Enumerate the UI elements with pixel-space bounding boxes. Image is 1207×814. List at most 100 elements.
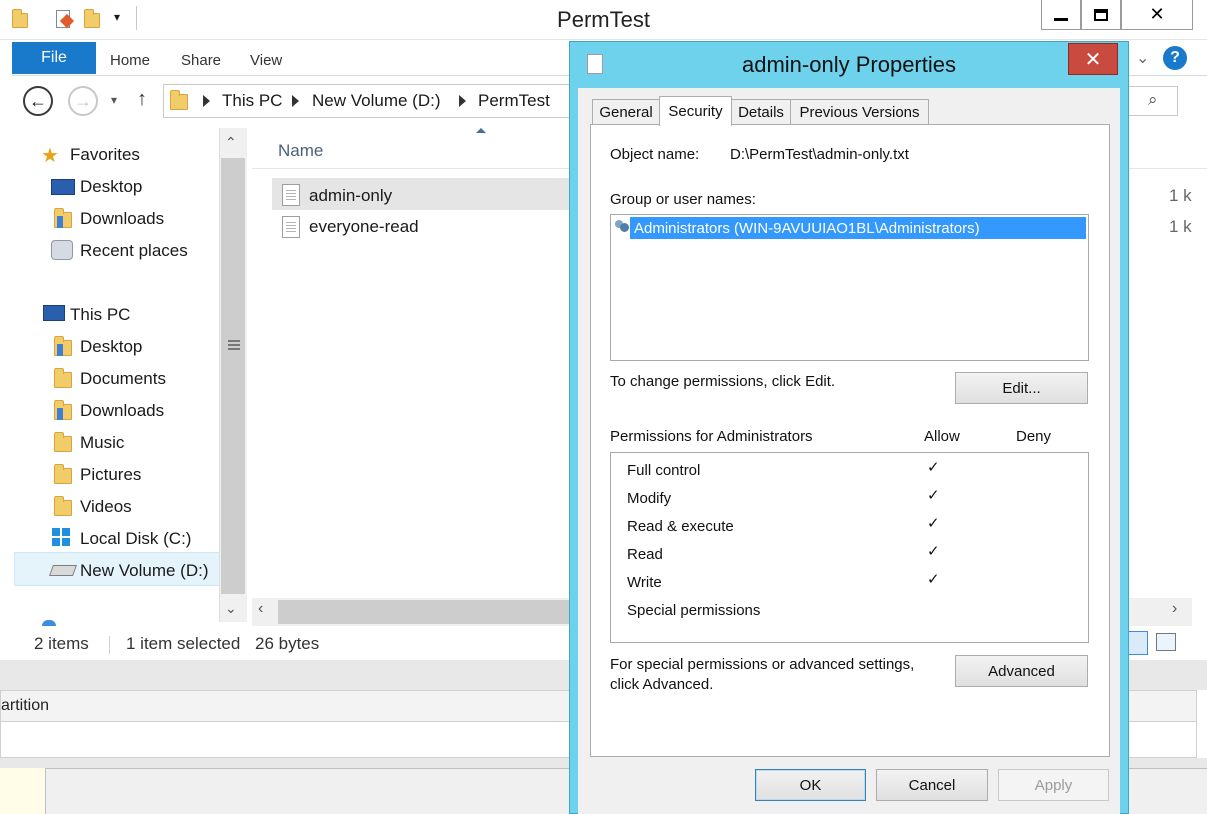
favorites-star-icon: ★ — [41, 145, 59, 167]
tab-file[interactable]: File — [12, 42, 96, 74]
background-column-label: artition — [1, 697, 50, 714]
text-file-icon — [282, 184, 300, 206]
permission-name: Special permissions — [627, 602, 761, 619]
hscrollbar-thumb[interactable] — [278, 600, 570, 624]
allow-check-icon: ✓ — [927, 543, 940, 560]
music-folder-icon — [54, 432, 72, 452]
change-permissions-text: To change permissions, click Edit. — [610, 373, 836, 390]
permission-name: Read — [627, 546, 663, 563]
network-icon — [42, 620, 56, 626]
breadcrumb-separator-icon[interactable] — [292, 95, 299, 107]
nav-this-pc-documents[interactable]: Documents — [80, 369, 166, 389]
large-icons-view-icon[interactable] — [1156, 633, 1176, 651]
breadcrumb-permtest[interactable]: PermTest — [478, 91, 550, 111]
window-title: PermTest — [557, 7, 650, 32]
file-size: 1 k — [1169, 186, 1192, 205]
forward-arrow-icon: → — [74, 90, 92, 111]
column-header-name[interactable]: Name — [278, 141, 323, 161]
folder-icon — [170, 90, 188, 110]
videos-folder-icon — [54, 496, 72, 516]
user-administrators[interactable]: Administrators (WIN-9AVUUIAO1BL\Administ… — [634, 220, 980, 237]
advanced-settings-text-2: click Advanced. — [610, 676, 714, 693]
status-item-count: 2 items — [34, 634, 89, 653]
ok-button[interactable]: OK — [755, 769, 866, 801]
background-bottom-swatch — [0, 768, 46, 814]
tab-home[interactable]: Home — [110, 52, 150, 69]
minimize-button[interactable] — [1041, 0, 1081, 30]
search-icon[interactable]: ⌕ — [1148, 90, 1158, 110]
sort-ascending-icon — [476, 128, 486, 133]
downloads-folder-icon — [54, 208, 72, 228]
permissions-label: Permissions for Administrators — [610, 428, 813, 445]
tab-previous-versions[interactable]: Previous Versions — [790, 99, 929, 125]
pictures-folder-icon — [54, 464, 72, 484]
maximize-button[interactable] — [1081, 0, 1121, 30]
allow-column-header: Allow — [924, 428, 960, 445]
object-name-value: D:\PermTest\admin-only.txt — [730, 146, 909, 163]
scroll-up-icon[interactable]: ⌃ — [225, 134, 237, 151]
permission-name: Read & execute — [627, 518, 734, 535]
cancel-button[interactable]: Cancel — [876, 769, 988, 801]
dialog-title: admin-only Properties — [742, 52, 956, 77]
nav-this-pc-new-volume[interactable]: New Volume (D:) — [80, 561, 208, 581]
edit-button[interactable]: Edit... — [955, 372, 1088, 404]
scroll-right-icon[interactable]: › — [1172, 600, 1177, 618]
file-name[interactable]: everyone-read — [309, 217, 419, 237]
users-group-icon — [614, 219, 630, 235]
breadcrumb-separator-icon[interactable] — [459, 95, 466, 107]
apply-button[interactable]: Apply — [998, 769, 1109, 801]
back-button[interactable]: ← — [23, 86, 53, 116]
object-name-label: Object name: — [610, 146, 700, 163]
scroll-left-icon[interactable]: ‹ — [258, 600, 263, 618]
recent-locations-dropdown-icon[interactable]: ▾ — [111, 93, 117, 107]
file-name[interactable]: admin-only — [309, 186, 392, 206]
documents-folder-icon — [54, 368, 72, 388]
status-divider — [109, 636, 110, 654]
breadcrumb-separator-icon[interactable] — [203, 95, 210, 107]
permission-name: Modify — [627, 490, 672, 507]
tab-details[interactable]: Details — [731, 99, 791, 125]
allow-check-icon: ✓ — [927, 459, 940, 476]
scroll-down-icon[interactable]: ⌄ — [225, 600, 237, 617]
minimize-icon — [1054, 18, 1068, 21]
advanced-button[interactable]: Advanced — [955, 655, 1088, 687]
tab-view[interactable]: View — [250, 52, 282, 69]
nav-this-pc-videos[interactable]: Videos — [80, 497, 132, 517]
nav-favorites[interactable]: Favorites — [70, 145, 140, 165]
ribbon-expand-icon[interactable]: ⌄ — [1136, 48, 1149, 68]
text-file-icon — [282, 216, 300, 238]
status-size: 26 bytes — [255, 634, 320, 653]
nav-favorites-recent-places[interactable]: Recent places — [80, 241, 188, 261]
nav-this-pc-local-disk[interactable]: Local Disk (C:) — [80, 529, 191, 549]
group-user-names-label: Group or user names: — [610, 191, 756, 208]
nav-this-pc-pictures[interactable]: Pictures — [80, 465, 141, 485]
tab-share[interactable]: Share — [181, 52, 221, 69]
allow-check-icon: ✓ — [927, 515, 940, 532]
advanced-settings-text: For special permissions or advanced sett… — [610, 656, 915, 673]
close-button[interactable]: ✕ — [1121, 0, 1193, 30]
details-view-icon[interactable] — [1128, 631, 1148, 655]
drive-icon — [48, 565, 78, 576]
help-icon[interactable]: ? — [1163, 46, 1187, 70]
deny-column-header: Deny — [1016, 428, 1052, 445]
nav-this-pc-downloads[interactable]: Downloads — [80, 401, 164, 421]
dialog-close-button[interactable]: ✕ — [1068, 43, 1118, 75]
tab-general[interactable]: General — [592, 99, 660, 125]
maximize-icon — [1094, 8, 1108, 21]
windows-drive-icon — [52, 528, 70, 546]
breadcrumb-new-volume[interactable]: New Volume (D:) — [312, 91, 440, 111]
nav-this-pc-desktop[interactable]: Desktop — [80, 337, 142, 357]
nav-favorites-downloads[interactable]: Downloads — [80, 209, 164, 229]
permission-name: Full control — [627, 462, 701, 479]
forward-button[interactable]: → — [68, 86, 98, 116]
nav-favorites-desktop[interactable]: Desktop — [80, 177, 142, 197]
permission-name: Write — [627, 574, 662, 591]
nav-scrollbar-thumb[interactable] — [221, 158, 245, 594]
grip-icon — [228, 340, 240, 342]
nav-this-pc-music[interactable]: Music — [80, 433, 124, 453]
tab-security[interactable]: Security — [659, 96, 732, 126]
up-button[interactable]: ↑ — [137, 88, 147, 111]
breadcrumb-this-pc[interactable]: This PC — [222, 91, 282, 111]
allow-check-icon: ✓ — [927, 571, 940, 588]
nav-this-pc[interactable]: This PC — [70, 305, 130, 325]
